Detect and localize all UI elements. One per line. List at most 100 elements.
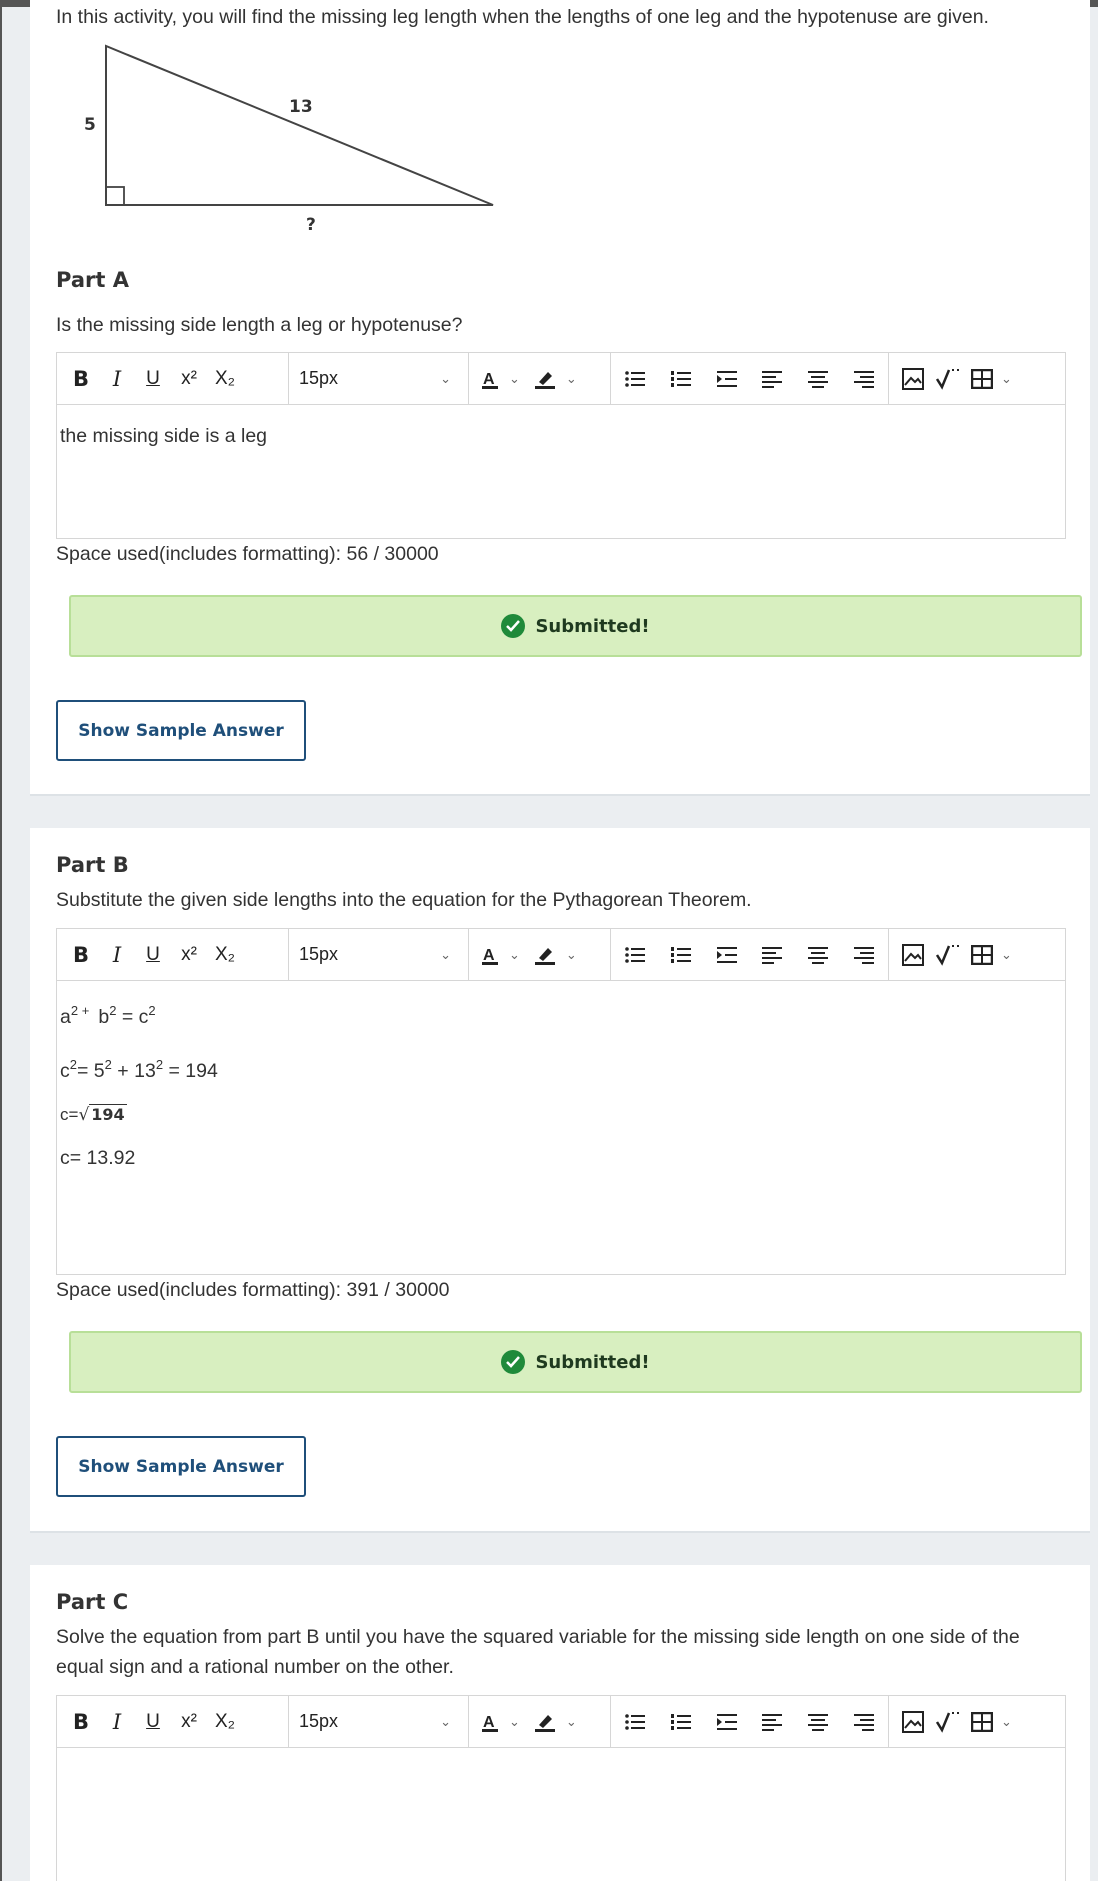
image-icon xyxy=(902,367,924,390)
chevron-down-icon[interactable]: ⌄ xyxy=(509,1714,520,1730)
underline-button[interactable]: U xyxy=(135,1702,171,1742)
editor-content[interactable]: the missing side is a leg xyxy=(57,405,1065,490)
color-group: A ⌄ ⌄ xyxy=(469,352,611,405)
align-center-button[interactable] xyxy=(800,359,836,399)
color-group: A ⌄ ⌄ xyxy=(469,1695,611,1748)
insert-table-button[interactable] xyxy=(967,359,997,399)
align-right-button[interactable] xyxy=(846,359,882,399)
insert-image-button[interactable] xyxy=(895,1702,931,1742)
insert-equation-button[interactable] xyxy=(931,935,967,975)
align-center-button[interactable] xyxy=(800,1702,836,1742)
chevron-down-icon[interactable]: ⌄ xyxy=(1001,947,1012,963)
insert-image-button[interactable] xyxy=(895,935,931,975)
indent-button[interactable] xyxy=(709,359,745,399)
bullet-list-button[interactable] xyxy=(617,1702,653,1742)
font-size-select[interactable]: 15px ⌄ xyxy=(289,935,461,975)
bold-button[interactable]: B xyxy=(63,359,99,399)
square-root-icon xyxy=(935,944,962,966)
bold-button[interactable]: B xyxy=(63,935,99,975)
numbered-list-icon xyxy=(670,946,691,963)
part-a-prompt: Is the missing side length a leg or hypo… xyxy=(56,314,463,336)
highlight-button[interactable] xyxy=(528,359,562,399)
bullet-list-icon xyxy=(625,370,645,387)
bullet-list-button[interactable] xyxy=(617,935,653,975)
insert-image-button[interactable] xyxy=(895,359,931,399)
show-sample-answer-button[interactable]: Show Sample Answer xyxy=(56,1436,306,1497)
italic-button[interactable]: I xyxy=(99,359,135,399)
superscript-button[interactable]: x² xyxy=(171,935,207,975)
align-left-button[interactable] xyxy=(754,1702,790,1742)
part-c-editor[interactable]: B I U x² X₂ 15px ⌄ A ⌄ ⌄ ⌄ xyxy=(56,1695,1066,1881)
subscript-button[interactable]: X₂ xyxy=(207,359,243,399)
insert-equation-button[interactable] xyxy=(931,359,967,399)
highlighter-icon xyxy=(534,371,555,389)
show-sample-answer-button[interactable]: Show Sample Answer xyxy=(56,700,306,761)
chevron-down-icon[interactable]: ⌄ xyxy=(566,947,577,963)
bullet-list-button[interactable] xyxy=(617,359,653,399)
indent-button[interactable] xyxy=(709,935,745,975)
font-size-select[interactable]: 15px ⌄ xyxy=(289,359,461,399)
insert-equation-button[interactable] xyxy=(931,1702,967,1742)
numbered-list-button[interactable] xyxy=(663,359,699,399)
font-color-button[interactable]: A xyxy=(475,1702,505,1742)
chevron-down-icon[interactable]: ⌄ xyxy=(509,947,520,963)
hypotenuse-label: 13 xyxy=(289,97,313,117)
align-center-icon xyxy=(808,370,829,388)
editor-content[interactable]: a2 + b2 = c2 c2= 52 + 132 = 194 c=√ 194 c… xyxy=(57,981,1065,1212)
numbered-list-button[interactable] xyxy=(663,935,699,975)
chevron-down-icon: ⌄ xyxy=(440,370,451,386)
editor-content[interactable] xyxy=(57,1748,1065,1788)
numbered-list-button[interactable] xyxy=(663,1702,699,1742)
align-center-button[interactable] xyxy=(800,935,836,975)
part-c-title: Part C xyxy=(56,1590,129,1614)
part-a-card: In this activity, you will find the miss… xyxy=(30,0,1090,796)
align-left-button[interactable] xyxy=(754,359,790,399)
font-color-icon: A xyxy=(482,947,498,965)
indent-button[interactable] xyxy=(709,1702,745,1742)
highlighter-icon xyxy=(534,947,555,965)
chevron-down-icon[interactable]: ⌄ xyxy=(566,371,577,387)
align-right-button[interactable] xyxy=(846,1702,882,1742)
align-right-button[interactable] xyxy=(846,935,882,975)
part-a-editor[interactable]: B I U x² X₂ 15px ⌄ A ⌄ ⌄ ⌄ the missing s… xyxy=(56,352,1066,539)
font-size-group: 15px ⌄ xyxy=(289,1695,469,1748)
underline-button[interactable]: U xyxy=(135,359,171,399)
table-icon xyxy=(971,1711,993,1732)
italic-button[interactable]: I xyxy=(99,1702,135,1742)
indent-icon xyxy=(716,370,737,387)
insert-group: ⌄ xyxy=(889,353,1065,405)
superscript-button[interactable]: x² xyxy=(171,359,207,399)
font-color-button[interactable]: A xyxy=(475,359,505,399)
superscript-button[interactable]: x² xyxy=(171,1702,207,1742)
part-b-card: Part B Substitute the given side lengths… xyxy=(30,828,1090,1533)
leg-label: 5 xyxy=(84,115,96,135)
chevron-down-icon[interactable]: ⌄ xyxy=(509,371,520,387)
part-c-card: Part C Solve the equation from part B un… xyxy=(30,1565,1090,1881)
insert-table-button[interactable] xyxy=(967,935,997,975)
font-size-value: 15px xyxy=(299,944,339,964)
chevron-down-icon[interactable]: ⌄ xyxy=(1001,1714,1012,1730)
triangle-diagram: 5 13 ? xyxy=(84,44,494,235)
highlighter-icon xyxy=(534,1714,555,1732)
equation-line-2: c2= 52 + 132 = 194 xyxy=(60,1057,218,1082)
part-b-editor[interactable]: B I U x² X₂ 15px ⌄ A ⌄ ⌄ ⌄ a2 + b2 = c2 … xyxy=(56,928,1066,1275)
subscript-button[interactable]: X₂ xyxy=(207,1702,243,1742)
font-color-button[interactable]: A xyxy=(475,935,505,975)
square-root-expression: √ 194 xyxy=(78,1104,127,1125)
insert-table-button[interactable] xyxy=(967,1702,997,1742)
italic-button[interactable]: I xyxy=(99,935,135,975)
subscript-button[interactable]: X₂ xyxy=(207,935,243,975)
editor-toolbar: B I U x² X₂ 15px ⌄ A ⌄ ⌄ ⌄ xyxy=(57,1695,1065,1748)
chevron-down-icon[interactable]: ⌄ xyxy=(1001,371,1012,387)
bold-button[interactable]: B xyxy=(63,1702,99,1742)
align-left-button[interactable] xyxy=(754,935,790,975)
part-b-prompt: Substitute the given side lengths into t… xyxy=(56,889,752,911)
chevron-down-icon: ⌄ xyxy=(440,946,451,962)
part-a-title: Part A xyxy=(56,268,129,292)
highlight-button[interactable] xyxy=(528,935,562,975)
part-a-answer: the missing side is a leg xyxy=(60,425,268,447)
highlight-button[interactable] xyxy=(528,1702,562,1742)
font-size-select[interactable]: 15px ⌄ xyxy=(289,1702,461,1742)
chevron-down-icon[interactable]: ⌄ xyxy=(566,1714,577,1730)
underline-button[interactable]: U xyxy=(135,935,171,975)
